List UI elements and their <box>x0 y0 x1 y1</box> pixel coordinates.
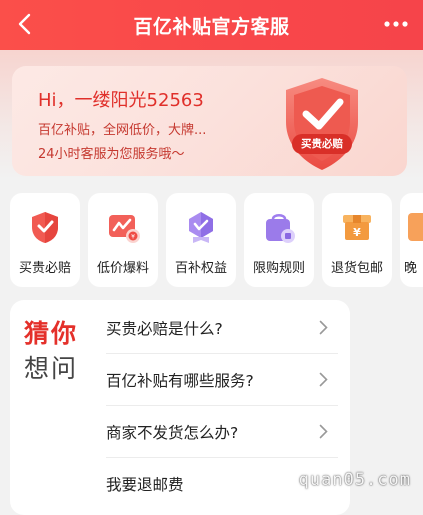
faq-title-line2: 想问 <box>24 354 79 383</box>
badge-label: 买贵必赔 <box>301 138 343 150</box>
feature-price-guarantee[interactable]: 买贵必赔 <box>10 193 80 287</box>
chevron-right-icon <box>319 320 328 335</box>
more-button[interactable] <box>381 10 411 38</box>
partial-feature-icon <box>408 213 423 241</box>
back-button[interactable] <box>8 8 40 40</box>
chevron-right-icon <box>319 424 328 439</box>
svg-text:¥: ¥ <box>131 234 135 241</box>
chevron-left-icon <box>18 13 31 35</box>
faq-question-text: 商家不发货怎么办? <box>106 424 239 442</box>
faq-question-text: 百亿补贴有哪些服务? <box>106 372 254 390</box>
banner-line-2: 24小时客服为您服务哦～ <box>38 147 185 162</box>
feature-label: 低价爆料 <box>96 261 149 276</box>
chevron-right-icon <box>319 372 328 387</box>
feature-partial[interactable]: 晚 <box>400 193 423 287</box>
page-title: 百亿补贴官方客服 <box>133 15 290 38</box>
banner-line-1: 百亿补贴，全网低价，大牌... <box>38 123 207 138</box>
feature-label: 晚 <box>404 261 418 276</box>
faq-question-text: 买贵必赔是什么? <box>106 320 223 338</box>
greeting-text: Hi，一缕阳光52563 <box>38 90 204 111</box>
faq-question[interactable]: 百亿补贴有哪些服务? <box>106 354 338 406</box>
faq-question[interactable]: 商家不发货怎么办? <box>106 406 338 458</box>
shield-check-icon <box>286 78 358 170</box>
svg-text:¥: ¥ <box>353 226 361 239</box>
feature-label: 买贵必赔 <box>18 261 71 276</box>
feature-label: 限购规则 <box>252 261 305 276</box>
top-bar: 百亿补贴官方客服 <box>0 0 423 50</box>
medal-icon <box>189 212 213 243</box>
feature-free-return-shipping[interactable]: ¥ 退货包邮 <box>322 193 392 287</box>
watermark: quan05.com <box>298 470 411 490</box>
feature-label: 退货包邮 <box>330 261 383 276</box>
yuan-box-icon: ¥ <box>343 215 371 240</box>
shield-check-icon <box>32 212 58 243</box>
feature-label: 百补权益 <box>174 261 227 276</box>
more-dots-icon <box>384 21 408 27</box>
guarantee-badge: 买贵必赔 <box>274 72 370 176</box>
feature-subsidy-benefits[interactable]: 百补权益 <box>166 193 236 287</box>
faq-question-text: 我要退邮费 <box>106 476 184 494</box>
faq-question[interactable]: 买贵必赔是什么? <box>106 302 338 354</box>
feature-purchase-limit[interactable]: 限购规则 <box>244 193 314 287</box>
shopping-bag-icon <box>266 214 295 243</box>
welcome-banner: Hi，一缕阳光52563 百亿补贴，全网低价，大牌... 24小时客服为您服务哦… <box>12 66 407 176</box>
price-chart-icon: ¥ <box>109 215 140 243</box>
faq-title-line1: 猜你 <box>24 319 79 348</box>
feature-low-price-tips[interactable]: ¥ 低价爆料 <box>88 193 158 287</box>
